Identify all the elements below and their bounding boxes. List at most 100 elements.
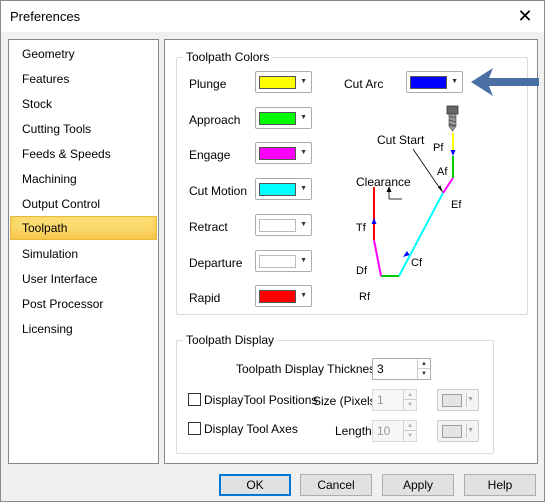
chevron-down-icon: ▼ <box>300 185 307 192</box>
window-title: Preferences <box>10 9 81 24</box>
sidebar-item-toolpath[interactable]: Toolpath <box>10 216 157 240</box>
chevron-down-icon: ▼ <box>300 221 307 228</box>
cancel-button[interactable]: Cancel <box>300 474 372 496</box>
sidebar-item-cutting-tools[interactable]: Cutting Tools <box>10 117 157 141</box>
thickness-spinner[interactable]: 3 ▲ ▼ <box>372 358 431 380</box>
ok-button[interactable]: OK <box>219 474 291 496</box>
display-tool-axes-checkbox[interactable] <box>188 422 201 435</box>
clearance-text: Clearance <box>356 175 411 189</box>
spin-up-icon[interactable]: ▲ <box>404 421 416 431</box>
sidebar-item-post-processor[interactable]: Post Processor <box>10 292 157 316</box>
title-bar: Preferences ✕ <box>1 1 544 32</box>
tool-position-swatch <box>442 394 462 407</box>
engage-segment <box>442 177 454 194</box>
approach-label: Approach <box>189 113 241 127</box>
size-pixels-label: Size (Pixels) <box>313 394 380 408</box>
spin-down-icon[interactable]: ▼ <box>404 431 416 441</box>
plunge-color-picker[interactable]: ▼ <box>255 71 312 93</box>
approach-swatch <box>259 112 296 125</box>
sidebar-item-simulation[interactable]: Simulation <box>10 242 157 266</box>
chevron-down-icon: ▼ <box>300 78 307 85</box>
spinner-buttons: ▲ ▼ <box>403 390 416 410</box>
chevron-down-icon: ▼ <box>451 78 458 85</box>
callout-arrow-icon <box>471 68 539 96</box>
chevron-down-icon: ▼ <box>300 149 307 156</box>
sidebar-item-stock[interactable]: Stock <box>10 92 157 116</box>
display-tool-axes-label: Display Tool Axes <box>204 422 298 436</box>
thickness-label: Toolpath Display Thickness: <box>236 362 385 376</box>
engage-color-picker[interactable]: ▼ <box>255 142 312 164</box>
size-pixels-spinner[interactable]: 1 ▲ ▼ <box>372 389 417 411</box>
tool-axes-swatch <box>442 425 462 438</box>
chevron-down-icon: ▼ <box>300 292 307 299</box>
close-icon[interactable]: ✕ <box>516 7 534 25</box>
pf-text: Pf <box>433 142 444 154</box>
toolpath-settings-panel: Toolpath Colors Plunge ▼ Approach ▼ Enga… <box>164 39 538 464</box>
spin-down-icon[interactable]: ▼ <box>404 400 416 410</box>
sidebar-item-user-interface[interactable]: User Interface <box>10 267 157 291</box>
rapid-label: Rapid <box>189 291 221 305</box>
toolpath-diagram: Cut Start Clearance Pf Af Ef Cf Rf Df Tf <box>356 105 462 300</box>
ef-text: Ef <box>451 199 462 211</box>
cut-motion-swatch <box>259 183 296 196</box>
departure-label: Departure <box>189 256 243 270</box>
sidebar-item-features[interactable]: Features <box>10 67 157 91</box>
plunge-label: Plunge <box>189 77 227 91</box>
tf-text: Tf <box>356 222 367 234</box>
retract-color-picker[interactable]: ▼ <box>255 214 312 236</box>
departure-segment <box>373 239 382 277</box>
cut-motion-color-picker[interactable]: ▼ <box>255 178 312 200</box>
retract-swatch <box>259 219 296 232</box>
chevron-down-icon: ▼ <box>300 257 307 264</box>
cut-arc-color-picker[interactable]: ▼ <box>406 71 463 93</box>
df-text: Df <box>356 265 368 277</box>
toolpath-display-legend: Toolpath Display <box>183 333 278 347</box>
cut-start-text: Cut Start <box>377 133 425 147</box>
sidebar-item-licensing[interactable]: Licensing <box>10 317 157 341</box>
spinner-buttons: ▲ ▼ <box>403 421 416 441</box>
apply-button[interactable]: Apply <box>382 474 454 496</box>
tool-position-color-picker[interactable]: ▼ <box>437 389 479 411</box>
retract-label: Retract <box>189 220 228 234</box>
sidebar-item-feeds-speeds[interactable]: Feeds & Speeds <box>10 142 157 166</box>
approach-color-picker[interactable]: ▼ <box>255 107 312 129</box>
rf-text: Rf <box>359 291 371 300</box>
plunge-arrow <box>450 150 456 156</box>
help-button[interactable]: Help <box>464 474 536 496</box>
sidebar-item-machining[interactable]: Machining <box>10 167 157 191</box>
sidebar-item-output-control[interactable]: Output Control <box>10 192 157 216</box>
af-text: Af <box>437 166 448 178</box>
sidebar-item-geometry[interactable]: Geometry <box>10 42 157 66</box>
drill-bit-icon <box>446 105 459 132</box>
plunge-swatch <box>259 76 296 89</box>
chevron-down-icon: ▼ <box>467 396 474 403</box>
display-tool-positions-checkbox[interactable] <box>188 393 201 406</box>
size-pixels-value[interactable]: 1 <box>377 393 384 407</box>
tool-axes-color-picker[interactable]: ▼ <box>437 420 479 442</box>
chevron-down-icon: ▼ <box>467 427 474 434</box>
rapid-arrow <box>371 218 377 224</box>
cut-arc-label: Cut Arc <box>344 77 384 91</box>
preferences-window: Preferences ✕ Geometry Features Stock Cu… <box>0 0 545 502</box>
spin-up-icon[interactable]: ▲ <box>404 390 416 400</box>
departure-color-picker[interactable]: ▼ <box>255 250 312 272</box>
spin-up-icon[interactable]: ▲ <box>418 359 430 369</box>
thickness-value[interactable]: 3 <box>377 362 384 376</box>
cut-arc-swatch <box>410 76 447 89</box>
departure-swatch <box>259 255 296 268</box>
length-label: Length <box>335 424 372 438</box>
spin-down-icon[interactable]: ▼ <box>418 369 430 379</box>
category-list: Geometry Features Stock Cutting Tools Fe… <box>8 39 159 464</box>
toolpath-colors-legend: Toolpath Colors <box>183 50 273 64</box>
rapid-color-picker[interactable]: ▼ <box>255 285 312 307</box>
cf-text: Cf <box>411 257 423 269</box>
length-value[interactable]: 10 <box>377 424 390 438</box>
cut-motion-label: Cut Motion <box>189 184 248 198</box>
engage-swatch <box>259 147 296 160</box>
engage-label: Engage <box>189 148 231 162</box>
spinner-buttons: ▲ ▼ <box>417 359 430 379</box>
length-spinner[interactable]: 10 ▲ ▼ <box>372 420 417 442</box>
display-tool-positions-label: DisplayTool Positions <box>204 393 318 407</box>
chevron-down-icon: ▼ <box>300 114 307 121</box>
rapid-swatch <box>259 290 296 303</box>
